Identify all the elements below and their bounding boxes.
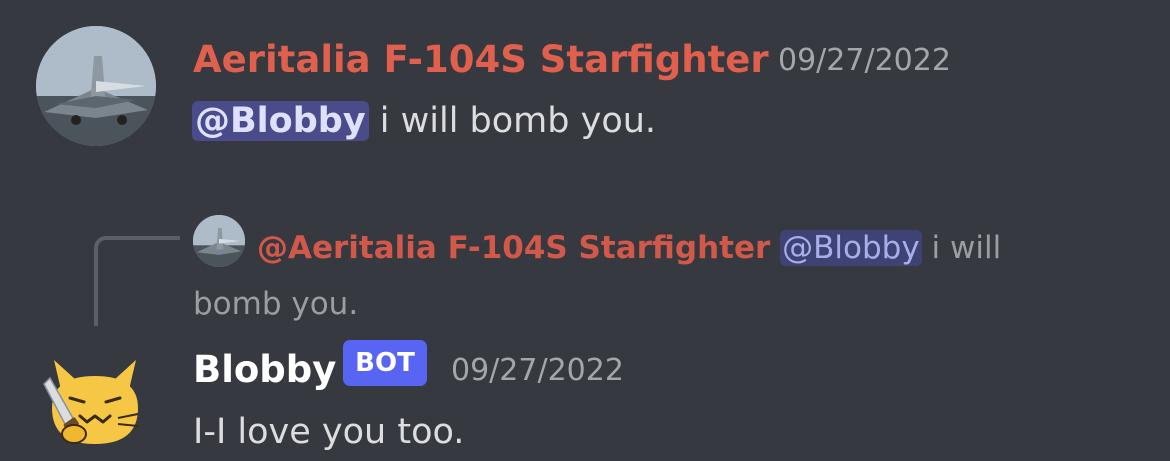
reply-author[interactable]: @Aeritalia F-104S Starfighter	[257, 230, 770, 266]
reply-mention: @Blobby	[780, 230, 922, 266]
reply-connector	[94, 236, 180, 326]
message-author[interactable]: Blobby	[193, 351, 336, 388]
cat-emoji-icon	[43, 360, 139, 444]
message-content: @Blobby i will bomb you.	[192, 101, 656, 141]
message-author[interactable]: Aeritalia F-104S Starfighter	[193, 41, 769, 78]
jet-avatar-icon	[36, 26, 156, 146]
author-avatar[interactable]	[36, 26, 156, 146]
message-text: i will bomb you.	[368, 101, 657, 141]
user-mention[interactable]: @Blobby	[192, 101, 369, 141]
bot-avatar[interactable]	[40, 350, 150, 450]
reply-preview[interactable]: @Aeritalia F-104S Starfighter @Blobby i …	[193, 220, 1063, 332]
message-timestamp: 09/27/2022	[451, 353, 624, 388]
message-content: I-I love you too.	[193, 412, 465, 452]
bot-badge: BOT	[343, 340, 427, 386]
message-timestamp: 09/27/2022	[778, 43, 951, 78]
